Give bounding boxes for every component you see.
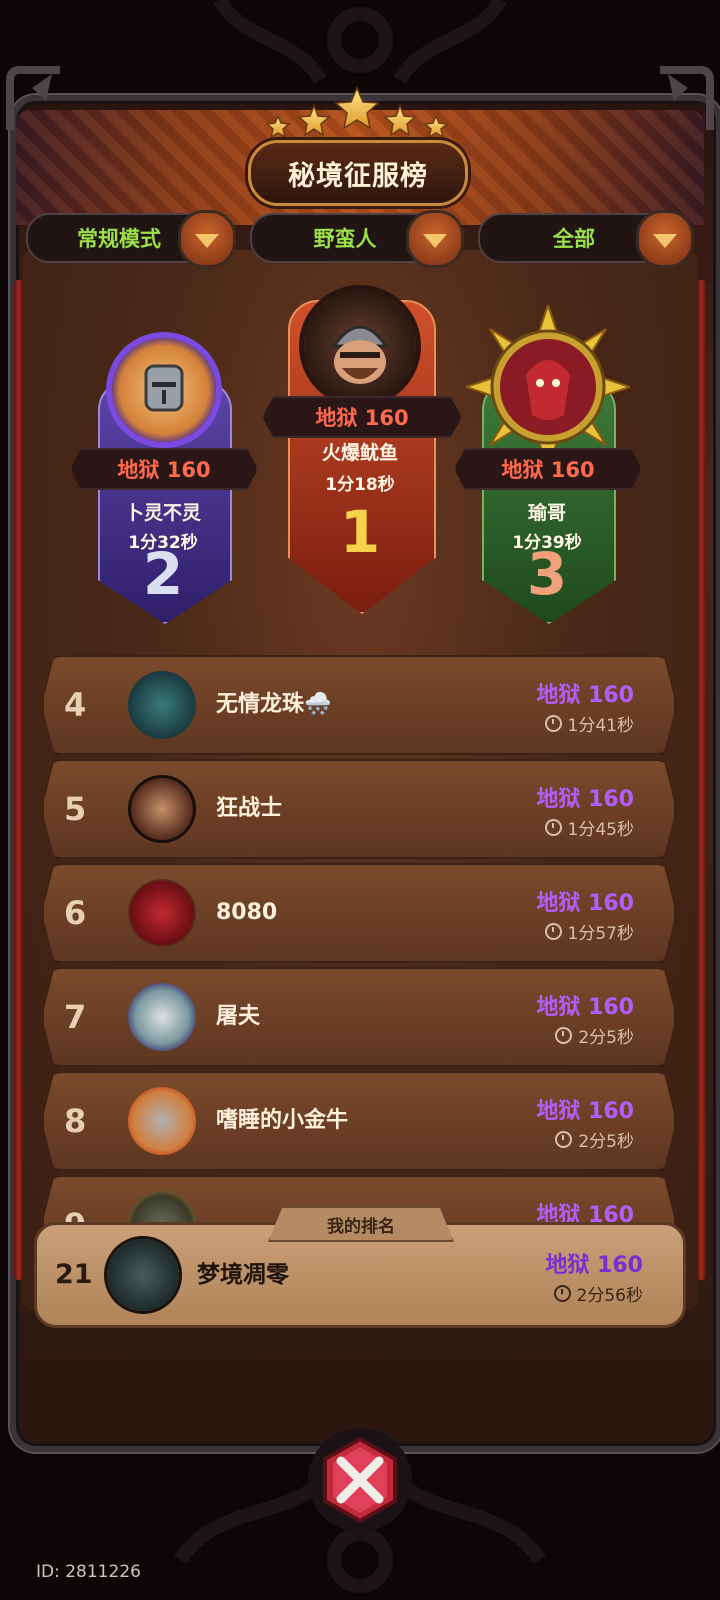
my-rank-tag: 我的排名 [268,1206,454,1242]
leaderboard-row-4[interactable]: 4 无情龙珠🌨️ 地狱 160 1分41秒 [42,655,676,755]
row-difficulty: 地狱 160 [536,683,634,708]
podium-third-name: 瑜哥 [527,502,566,524]
podium-third-place: 3 [526,540,568,608]
corner-ornament-left [6,65,60,130]
row-player-name: 嗜睡的小金牛 [216,1108,349,1133]
barbarian-avatar [304,290,416,402]
leaderboard-row-7[interactable]: 7 屠夫 地狱 160 2分5秒 [42,967,676,1067]
row-difficulty: 地狱 160 [536,787,634,812]
row-rank: 8 [64,1102,87,1140]
class-filter-dropdown[interactable]: 野蛮人 [250,210,464,268]
leaderboard-row-6[interactable]: 6 8080 地狱 160 1分57秒 [42,863,676,963]
star-icon [265,114,291,139]
clock-icon [544,923,562,940]
player-avatar [128,1087,196,1155]
podium-second-difficulty: 地狱 160 [70,448,258,490]
row-difficulty: 地狱 160 [536,995,634,1020]
rating-stars [265,86,449,139]
mode-filter-dropdown[interactable]: 常规模式 [26,210,236,268]
row-rank: 6 [64,894,87,932]
my-rank-number: 21 [55,1259,93,1290]
row-rank: 5 [64,790,87,828]
row-rank: 7 [64,998,87,1036]
podium-first-place: 1 [339,498,381,566]
star-icon [383,103,417,137]
row-time: 1分41秒 [544,711,634,736]
podium-first-difficulty: 地狱 160 [262,396,462,438]
player-id: ID: 2811226 [36,1562,141,1582]
row-difficulty: 地狱 160 [536,1099,634,1124]
left-rail [14,280,23,1280]
row-player-name: 屠夫 [216,1004,261,1029]
player-avatar [128,983,196,1051]
row-player-name: 无情龙珠🌨️ [216,692,332,717]
podium-second-place: 2 [142,540,184,608]
scope-filter-dropdown[interactable]: 全部 [478,210,694,268]
row-time: 1分57秒 [544,919,634,944]
leaderboard-row-8[interactable]: 8 嗜睡的小金牛 地狱 160 2分5秒 [42,1071,676,1171]
corner-ornament-right [660,65,714,130]
clock-icon [555,1131,573,1148]
row-player-name: 狂战士 [216,796,283,821]
player-avatar [128,671,196,739]
row-time: 2分5秒 [555,1023,634,1048]
sun-frame-icon [466,305,630,469]
leaderboard-row-5[interactable]: 5 狂战士 地狱 160 1分45秒 [42,759,676,859]
chevron-down-icon[interactable] [178,210,236,268]
clock-icon [544,819,562,836]
row-time: 2分5秒 [555,1127,634,1152]
right-rail [697,280,706,1280]
row-player-name: 8080 [216,900,278,925]
star-icon [423,114,449,139]
player-avatar [128,879,196,947]
star-icon [297,103,331,137]
clock-icon [544,715,562,732]
player-avatar [107,1239,179,1311]
my-difficulty: 地狱 160 [545,1253,643,1278]
chevron-down-icon[interactable] [636,210,694,268]
row-time: 1分45秒 [544,815,634,840]
row-rank: 4 [64,686,87,724]
podium-second-name: 卜灵不灵 [124,502,201,524]
clock-icon [553,1285,571,1302]
my-time: 2分56秒 [553,1281,643,1306]
close-button[interactable] [305,1425,415,1535]
star-icon [334,86,380,130]
knight-avatar [112,338,216,442]
podium-first-name: 火爆鱿鱼 [321,442,398,464]
podium-third-difficulty: 地狱 160 [454,448,642,490]
player-avatar [128,775,196,843]
page-title: 秘境征服榜 [248,140,468,206]
row-difficulty: 地狱 160 [536,891,634,916]
podium-first-time: 1分18秒 [325,475,395,495]
chevron-down-icon[interactable] [406,210,464,268]
clock-icon [555,1027,573,1044]
